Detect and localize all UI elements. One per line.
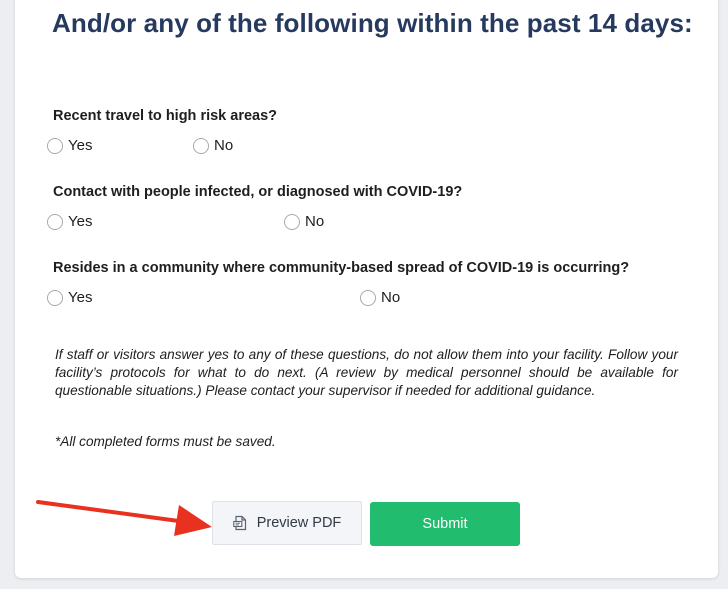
instructions-note: If staff or visitors answer yes to any o…	[55, 347, 678, 398]
saved-forms-note: *All completed forms must be saved.	[55, 434, 276, 449]
community-no-option[interactable]: No	[360, 289, 400, 306]
submit-label: Submit	[422, 516, 468, 532]
travel-no-radio[interactable]	[193, 137, 209, 154]
red-arrow-icon	[36, 500, 212, 536]
question-contact: Contact with people infected, or diagnos…	[53, 184, 463, 200]
travel-no-label: No	[214, 137, 234, 154]
question-community: Resides in a community where community-b…	[53, 260, 630, 276]
submit-button[interactable]: Submit	[370, 502, 520, 546]
community-no-radio[interactable]	[360, 289, 376, 306]
contact-no-option[interactable]: No	[284, 213, 324, 230]
community-yes-radio[interactable]	[47, 289, 63, 306]
travel-no-option[interactable]: No	[193, 137, 233, 154]
section-heading: And/or any of the following within the p…	[52, 8, 693, 38]
contact-no-label: No	[305, 213, 325, 230]
travel-yes-option[interactable]: Yes	[47, 137, 92, 154]
contact-yes-option[interactable]: Yes	[47, 213, 92, 230]
question-travel: Recent travel to high risk areas?	[53, 108, 278, 124]
contact-yes-label: Yes	[68, 213, 93, 230]
preview-pdf-label: Preview PDF	[256, 515, 342, 531]
contact-yes-radio[interactable]	[47, 213, 63, 230]
community-yes-option[interactable]: Yes	[47, 289, 92, 306]
community-no-label: No	[381, 289, 401, 306]
travel-yes-radio[interactable]	[47, 137, 63, 154]
pdf-document-icon	[232, 515, 246, 531]
travel-yes-label: Yes	[68, 137, 93, 154]
preview-pdf-button[interactable]: Preview PDF	[212, 501, 362, 545]
contact-no-radio[interactable]	[284, 213, 300, 230]
community-yes-label: Yes	[68, 289, 93, 306]
